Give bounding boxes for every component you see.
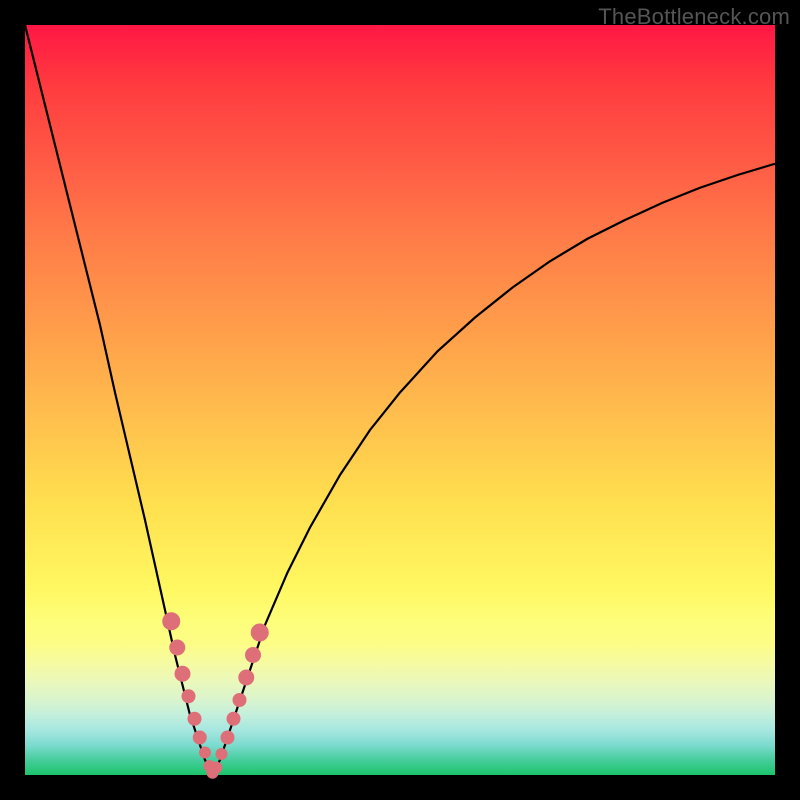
curve-marker	[251, 624, 269, 642]
curve-marker	[227, 712, 241, 726]
curve-marker	[221, 731, 235, 745]
curve-marker	[175, 666, 191, 682]
chart-frame: TheBottleneck.com	[0, 0, 800, 800]
chart-svg	[25, 25, 775, 775]
curve-marker	[245, 647, 261, 663]
curve-marker	[193, 731, 207, 745]
curve-marker	[210, 762, 222, 774]
curve-marker	[162, 612, 180, 630]
curve-marker	[188, 712, 202, 726]
chart-plot-area	[25, 25, 775, 775]
bottleneck-curve	[25, 25, 775, 775]
curve-marker	[216, 748, 228, 760]
marker-layer	[162, 612, 269, 779]
curve-marker	[169, 640, 185, 656]
curve-marker	[182, 689, 196, 703]
curve-marker	[233, 693, 247, 707]
curve-marker	[238, 670, 254, 686]
curve-marker	[199, 747, 211, 759]
watermark-text: TheBottleneck.com	[598, 4, 790, 30]
